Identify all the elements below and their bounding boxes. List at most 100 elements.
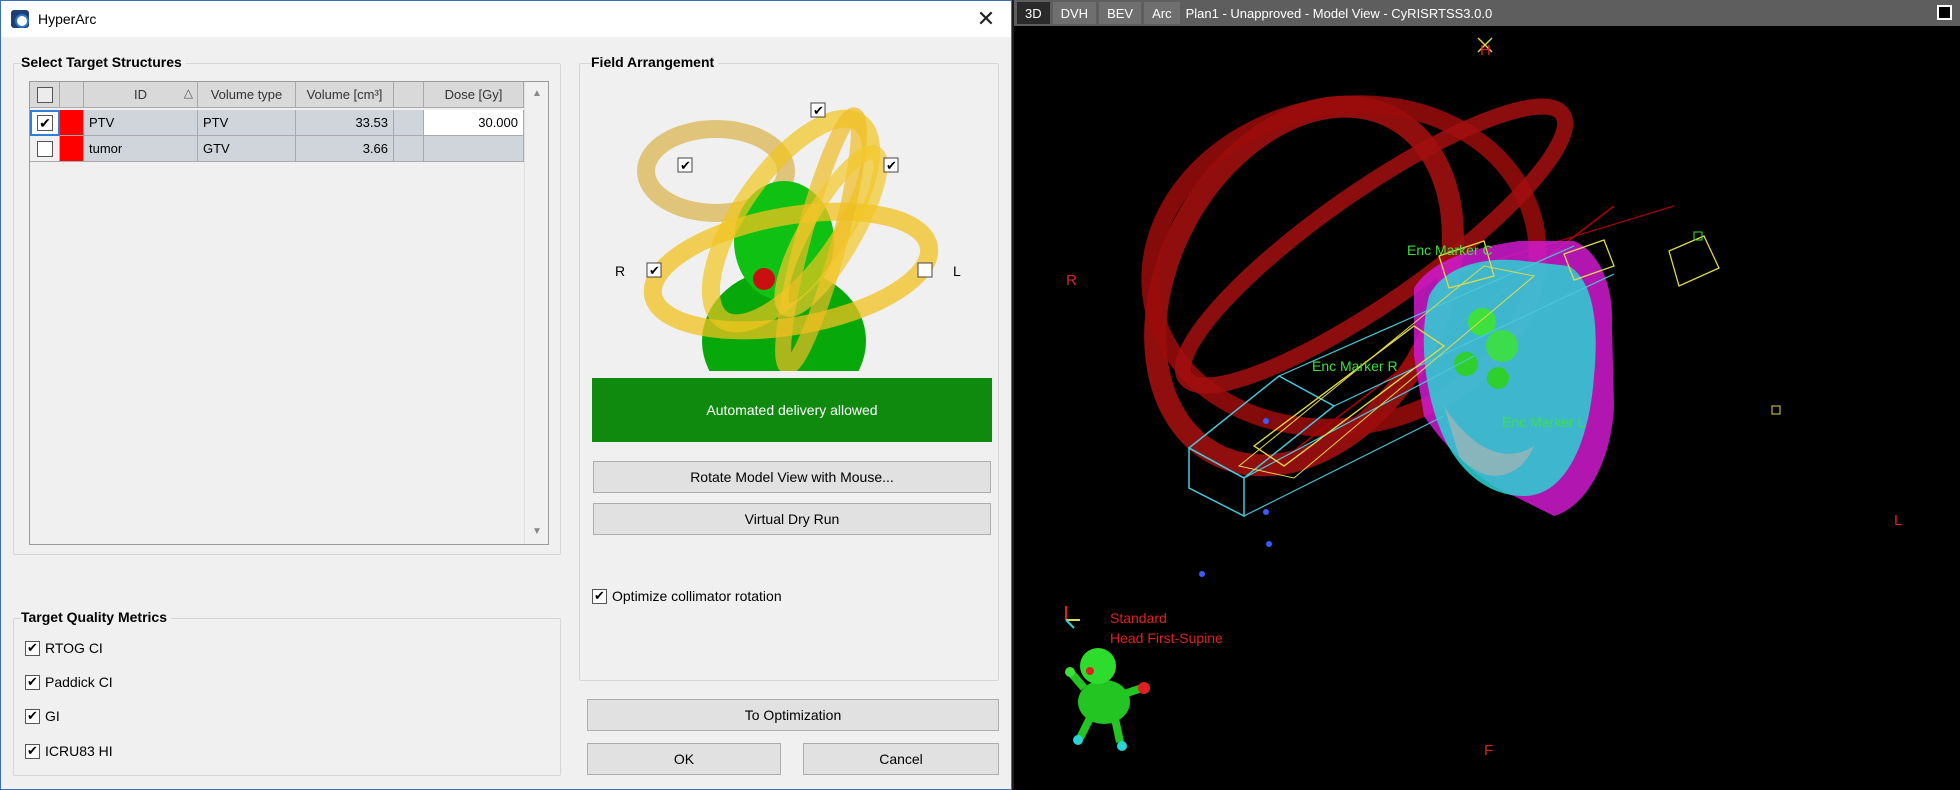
structure-sphere [1486, 330, 1518, 362]
metric-label: RTOG CI [45, 640, 103, 656]
model-view-panel[interactable]: 3D DVH BEV Arc Plan1 - Unapproved - Mode… [1014, 0, 1960, 790]
orientation-right-label: R [1066, 272, 1077, 289]
select-all-checkbox[interactable] [36, 86, 53, 103]
field-arrangement-title: Field Arrangement [591, 54, 719, 70]
header-id-label: ID [134, 87, 147, 102]
patient-orientation-figure [1065, 648, 1150, 751]
tab-arc[interactable]: Arc [1144, 2, 1180, 24]
arc-arrangement-graphic: ✔ ✔ ✔ ✔ [637, 102, 939, 371]
metric-checkbox[interactable]: ✔ [25, 674, 40, 690]
axis-indicator [1065, 619, 1075, 629]
metric-gi[interactable]: ✔ GI [25, 708, 60, 724]
scroll-up-icon[interactable]: ▲ [525, 84, 549, 104]
structure-volume: 33.53 [296, 110, 394, 136]
marker-point [1263, 418, 1269, 424]
marker-l-box [1771, 405, 1781, 415]
side-label-right-patient: R [615, 263, 626, 279]
structure-sphere [1487, 367, 1509, 389]
target-structures-table[interactable]: ID △ Volume type Volume [cm³] Dose [Gy] … [29, 81, 549, 545]
sort-ascending-icon: △ [183, 86, 193, 100]
row-spacer [394, 110, 424, 136]
row-checkbox-cell[interactable]: ✔ [30, 110, 60, 136]
row-checkbox-unchecked[interactable] [36, 140, 53, 157]
structure-volume-type: PTV [198, 110, 296, 136]
metric-label: ICRU83 HI [45, 743, 113, 759]
marker-point [1263, 509, 1269, 515]
arc-checkbox-left[interactable]: ✔ [646, 262, 662, 279]
title-bar: HyperArc ✕ [1, 1, 1011, 37]
row-checkbox-checked[interactable]: ✔ [37, 115, 53, 131]
tab-3d[interactable]: 3D [1017, 2, 1050, 24]
marker-point [1266, 541, 1272, 547]
hyperarc-dialog: HyperArc ✕ Select Target Structures ID △… [0, 0, 1012, 790]
marker-r-label: Enc Marker R [1312, 358, 1398, 374]
ok-button[interactable]: OK [587, 743, 781, 775]
row-checkbox-cell[interactable] [30, 136, 60, 162]
arc-checkbox-upper-left[interactable]: ✔ [677, 157, 693, 174]
table-scrollbar[interactable]: ▲ ▼ [524, 82, 548, 544]
arc-checkbox-top[interactable]: ✔ [810, 102, 826, 119]
structure-sphere [1454, 352, 1478, 376]
structure-id: PTV [84, 110, 198, 136]
table-header: ID △ Volume type Volume [cm³] Dose [Gy] [30, 82, 524, 108]
svg-text:✔: ✔ [680, 159, 691, 174]
viewer-title: Plan1 - Unapproved - Model View - CyRISR… [1185, 5, 1493, 21]
header-color [60, 82, 84, 108]
target-dot [753, 268, 775, 290]
metric-checkbox[interactable]: ✔ [25, 708, 40, 724]
metric-label: Paddick CI [45, 674, 113, 690]
table-row[interactable]: ✔ PTV PTV 33.53 30.000 [30, 110, 524, 136]
dose-input[interactable] [424, 136, 524, 162]
svg-text:✔: ✔ [649, 264, 660, 279]
automation-status-banner: Automated delivery allowed [592, 378, 992, 442]
maximize-icon[interactable] [1937, 5, 1952, 20]
metric-checkbox[interactable]: ✔ [25, 743, 40, 759]
header-id[interactable]: ID △ [84, 82, 198, 108]
viewer-tab-bar: 3D DVH BEV Arc Plan1 - Unapproved - Mode… [1014, 0, 1960, 26]
frame-wireframe [1668, 235, 1720, 287]
arc-checkbox-right[interactable] [917, 262, 933, 278]
quality-metrics-title: Target Quality Metrics [21, 609, 172, 625]
header-dose[interactable]: Dose [Gy] [424, 82, 524, 108]
header-volume-type[interactable]: Volume type [198, 82, 296, 108]
row-spacer [394, 136, 424, 162]
cancel-button[interactable]: Cancel [803, 743, 999, 775]
tab-bev[interactable]: BEV [1099, 2, 1142, 24]
virtual-dry-run-button[interactable]: Virtual Dry Run [593, 503, 991, 535]
marker-point [1199, 571, 1205, 577]
svg-text:✔: ✔ [813, 104, 824, 119]
close-icon[interactable]: ✕ [973, 6, 999, 32]
scroll-down-icon[interactable]: ▼ [525, 522, 549, 542]
select-targets-title: Select Target Structures [21, 54, 186, 70]
optimize-collimator-label: Optimize collimator rotation [612, 588, 782, 604]
header-spacer [394, 82, 424, 108]
patient-position-orientation: Head First-Supine [1110, 630, 1223, 646]
metric-paddick-ci[interactable]: ✔ Paddick CI [25, 674, 113, 690]
structure-id: tumor [84, 136, 198, 162]
metric-icru83-hi[interactable]: ✔ ICRU83 HI [25, 743, 113, 759]
tab-dvh[interactable]: DVH [1052, 2, 1097, 24]
app-icon [11, 10, 29, 28]
dose-input[interactable]: 30.000 [424, 110, 524, 136]
optimize-collimator-option[interactable]: ✔ Optimize collimator rotation [592, 588, 782, 604]
header-select-all[interactable] [30, 82, 60, 108]
table-row[interactable]: tumor GTV 3.66 [30, 136, 524, 162]
marker-c-label: Enc Marker C [1407, 242, 1493, 258]
rotate-model-view-button[interactable]: Rotate Model View with Mouse... [593, 461, 991, 493]
header-volume[interactable]: Volume [cm³] [296, 82, 394, 108]
to-optimization-button[interactable]: To Optimization [587, 699, 999, 731]
optimize-collimator-checkbox[interactable]: ✔ [592, 588, 607, 604]
structure-volume: 3.66 [296, 136, 394, 162]
structure-volume-type: GTV [198, 136, 296, 162]
metric-checkbox[interactable]: ✔ [25, 640, 40, 656]
side-label-left-patient: L [953, 263, 961, 279]
svg-text:✔: ✔ [886, 159, 897, 174]
arc-checkbox-upper-right[interactable]: ✔ [883, 157, 899, 174]
patient-position-standard: Standard [1110, 610, 1167, 626]
window-title: HyperArc [38, 11, 97, 27]
orientation-left-label: L [1894, 512, 1903, 529]
metric-rtog-ci[interactable]: ✔ RTOG CI [25, 640, 103, 656]
marker-l-label: Enc Marker L [1502, 414, 1586, 430]
3d-scene[interactable] [1014, 26, 1960, 790]
orientation-foot-label: F [1484, 742, 1494, 759]
